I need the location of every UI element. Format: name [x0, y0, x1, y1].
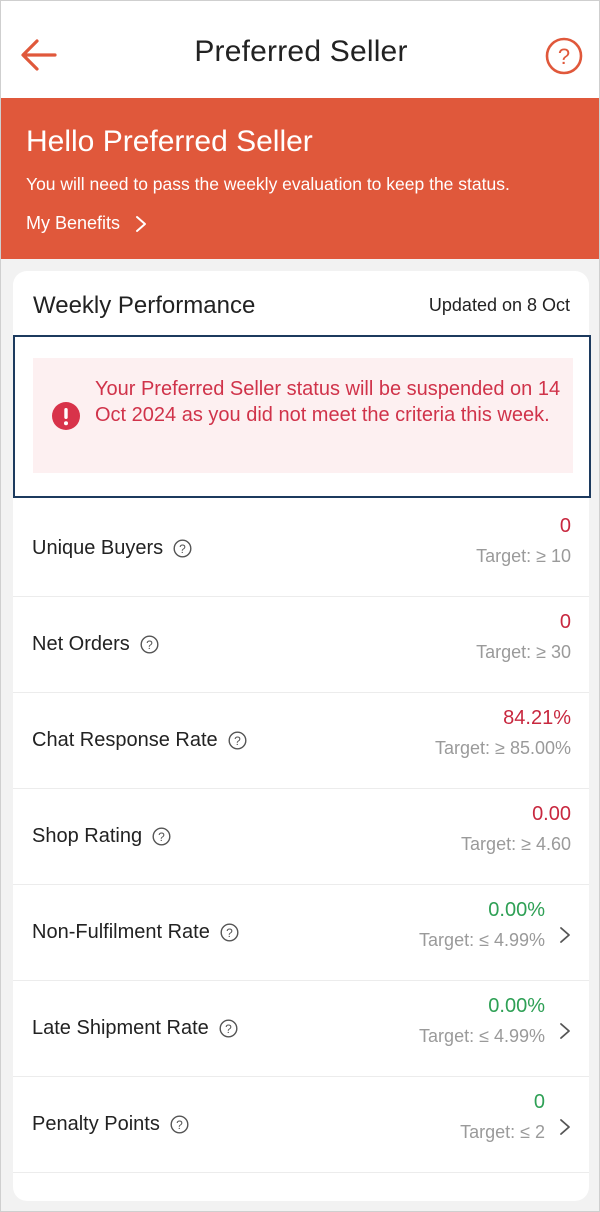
- question-circle-icon[interactable]: ?: [173, 539, 192, 558]
- metrics-list: Unique Buyers ? 0 Target: ≥ 10 Net Order…: [13, 501, 589, 1173]
- metric-label: Net Orders: [32, 633, 130, 655]
- question-circle-icon[interactable]: ?: [219, 1019, 238, 1038]
- my-benefits-link[interactable]: My Benefits: [26, 213, 148, 234]
- alert-message: Your Preferred Seller status will be sus…: [95, 378, 561, 426]
- metric-target: Target: ≥ 30: [476, 642, 571, 662]
- question-circle-icon[interactable]: ?: [170, 1115, 189, 1134]
- weekly-performance-title: Weekly Performance: [33, 292, 256, 319]
- chevron-right-icon[interactable]: [559, 1021, 571, 1041]
- updated-date: Updated on 8 Oct: [428, 295, 570, 315]
- metric-target: Target: ≥ 85.00%: [435, 738, 571, 758]
- help-button[interactable]: ?: [544, 36, 584, 76]
- svg-text:?: ?: [234, 734, 241, 748]
- metric-target: Target: ≤ 2: [460, 1122, 545, 1142]
- exclamation-circle-icon: [52, 402, 80, 430]
- weekly-performance-card: Weekly Performance Updated on 8 Oct Your…: [13, 271, 591, 1201]
- hero-title: Hello Preferred Seller: [26, 125, 313, 158]
- metric-label: Chat Response Rate: [32, 729, 218, 751]
- metric-label: Penalty Points: [32, 1113, 160, 1135]
- metric-value: 0: [559, 611, 571, 633]
- metric-row-unique-buyers: Unique Buyers ? 0 Target: ≥ 10: [13, 501, 589, 597]
- metric-label: Shop Rating: [32, 825, 143, 847]
- svg-text:?: ?: [176, 1118, 183, 1132]
- question-circle-icon[interactable]: ?: [152, 827, 171, 846]
- chevron-right-icon[interactable]: [559, 1117, 571, 1137]
- hero-banner: Hello Preferred Seller You will need to …: [1, 98, 599, 259]
- top-nav-bar: Preferred Seller ?: [1, 1, 599, 98]
- svg-text:?: ?: [225, 1022, 232, 1036]
- metric-row-chat-response-rate: Chat Response Rate ? 84.21% Target: ≥ 85…: [13, 693, 589, 789]
- metric-row-net-orders: Net Orders ? 0 Target: ≥ 30: [13, 597, 589, 693]
- metric-value: 0: [559, 515, 571, 537]
- metric-target: Target: ≤ 4.99%: [419, 930, 545, 950]
- suspension-alert: Your Preferred Seller status will be sus…: [33, 358, 573, 473]
- question-circle-icon[interactable]: ?: [140, 635, 159, 654]
- metric-target: Target: ≥ 4.60: [461, 834, 571, 854]
- metric-value: 0: [533, 1091, 545, 1113]
- metric-label: Unique Buyers: [32, 537, 164, 559]
- metric-target: Target: ≥ 10: [476, 546, 571, 566]
- metric-row-shop-rating: Shop Rating ? 0.00 Target: ≥ 4.60: [13, 789, 589, 885]
- svg-text:?: ?: [558, 44, 570, 69]
- hero-subtitle: You will need to pass the weekly evaluat…: [26, 174, 510, 194]
- metric-value: 0.00: [532, 803, 571, 825]
- question-circle-icon: ?: [545, 37, 583, 75]
- chevron-right-icon[interactable]: [559, 925, 571, 945]
- alert-highlight-frame: Your Preferred Seller status will be sus…: [13, 335, 591, 498]
- metric-row-penalty-points[interactable]: Penalty Points ? 0 Target: ≤ 2: [13, 1077, 589, 1173]
- metric-label: Non-Fulfilment Rate: [32, 921, 210, 943]
- metric-value: 0.00%: [488, 995, 545, 1017]
- page-title: Preferred Seller: [194, 35, 408, 68]
- svg-text:?: ?: [179, 542, 186, 556]
- chevron-right-icon: [136, 215, 147, 232]
- metric-value: 84.21%: [503, 707, 571, 729]
- app-screen: Preferred Seller ? Hello Preferred Selle…: [0, 0, 600, 1212]
- svg-text:?: ?: [226, 926, 233, 940]
- metric-label: Late Shipment Rate: [32, 1017, 209, 1039]
- question-circle-icon[interactable]: ?: [220, 923, 239, 942]
- svg-text:?: ?: [146, 638, 153, 652]
- metric-value: 0.00%: [488, 899, 545, 921]
- my-benefits-label: My Benefits: [26, 213, 121, 233]
- metric-target: Target: ≤ 4.99%: [419, 1026, 545, 1046]
- question-circle-icon[interactable]: ?: [228, 731, 247, 750]
- metric-row-late-shipment-rate[interactable]: Late Shipment Rate ? 0.00% Target: ≤ 4.9…: [13, 981, 589, 1077]
- svg-text:?: ?: [158, 830, 165, 844]
- metric-row-non-fulfilment-rate[interactable]: Non-Fulfilment Rate ? 0.00% Target: ≤ 4.…: [13, 885, 589, 981]
